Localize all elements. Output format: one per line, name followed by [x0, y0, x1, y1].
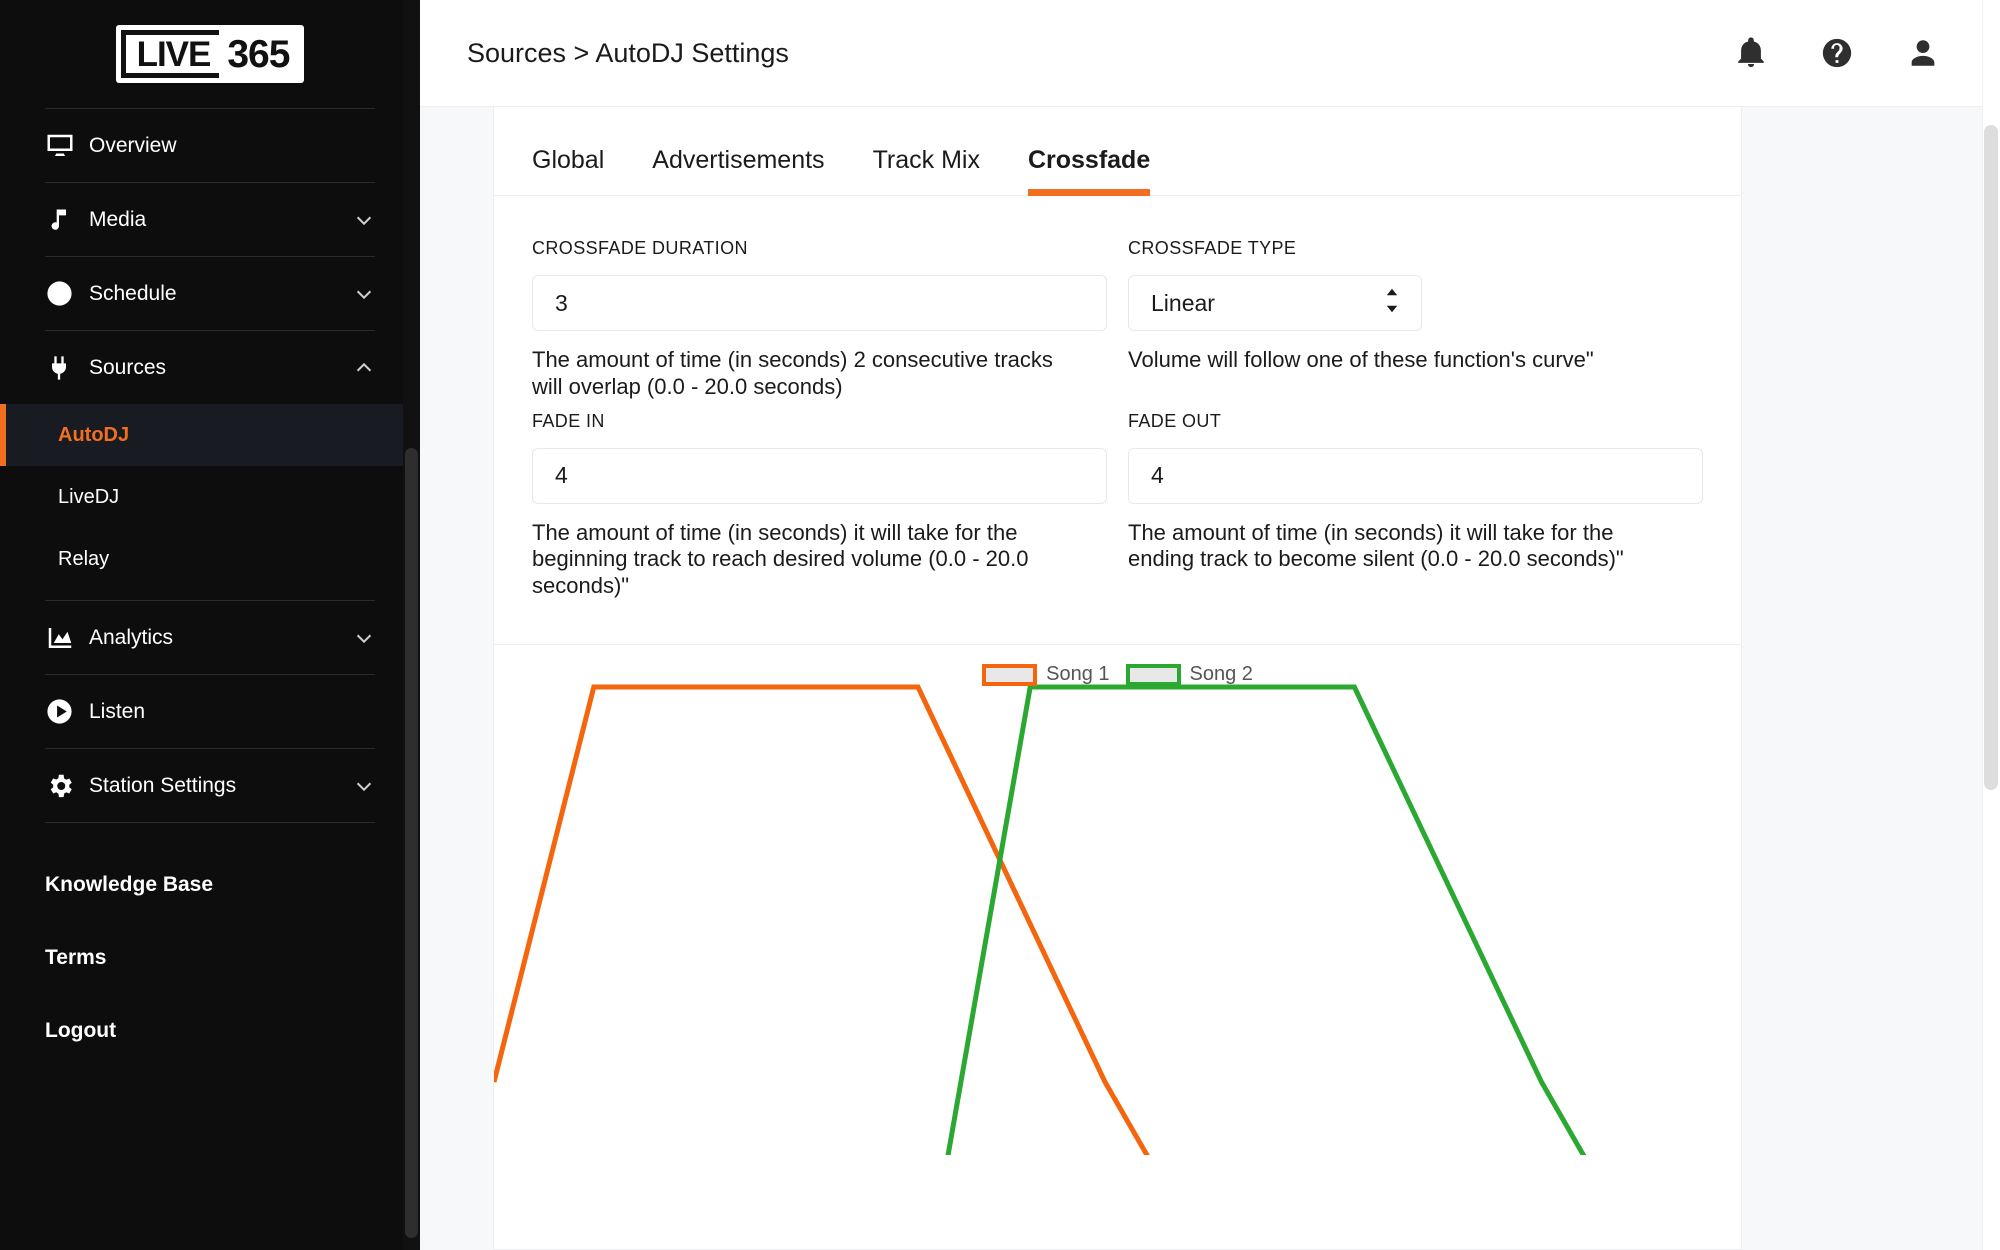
crossfade-type-select[interactable]: Linear	[1128, 275, 1422, 331]
topbar-icons	[1734, 36, 1940, 70]
chart-plot-area	[494, 684, 1587, 1156]
crossfade-form: CROSSFADE DURATION The amount of time (i…	[494, 196, 1741, 644]
crossfade-type-label: CROSSFADE TYPE	[1128, 238, 1297, 258]
nav-group-overview: Overview	[45, 108, 375, 183]
sidebar-scrollbar-thumb[interactable]	[405, 448, 418, 1238]
sidebar-link-terms[interactable]: Terms	[45, 946, 375, 970]
logo-badge: LIVE 365	[115, 25, 305, 83]
sidebar-item-schedule-label: Schedule	[89, 281, 177, 305]
settings-card: Global Advertisements Track Mix Crossfad…	[493, 107, 1742, 1250]
sidebar-link-knowledge-base[interactable]: Knowledge Base	[45, 873, 375, 897]
field-fade-out: FADE OUT The amount of time (in seconds)…	[1128, 411, 1703, 600]
nav-group-analytics: Analytics	[45, 601, 375, 675]
crossfade-duration-input[interactable]	[532, 275, 1107, 331]
sidebar-item-overview[interactable]: Overview	[45, 109, 375, 182]
legend-label-song1: Song 1	[1046, 663, 1110, 686]
sidebar-link-logout[interactable]: Logout	[45, 1019, 375, 1043]
chevron-up-icon[interactable]	[353, 357, 375, 379]
nav-group-station-settings: Station Settings	[45, 749, 375, 823]
sidebar-item-autodj-label: AutoDJ	[58, 423, 130, 446]
sidebar-item-sources[interactable]: Sources	[45, 331, 375, 404]
sidebar-item-livedj[interactable]: LiveDJ	[0, 466, 420, 528]
monitor-icon	[45, 131, 89, 161]
chart-legend: Song 1 Song 2	[494, 663, 1741, 686]
page-scrollbar-thumb[interactable]	[1984, 125, 1998, 790]
fade-out-label: FADE OUT	[1128, 410, 1222, 431]
sidebar: LIVE 365 Overview Media Schedule Sources…	[0, 0, 420, 1250]
sidebar-scrollbar-track[interactable]	[403, 0, 420, 1250]
fade-out-help: The amount of time (in seconds) it will …	[1128, 519, 1624, 572]
sidebar-item-listen[interactable]: Listen	[45, 675, 375, 748]
chart-icon	[45, 623, 89, 653]
sidebar-nav: Overview Media Schedule Sources AutoDJ L…	[0, 108, 420, 823]
crossfade-duration-label: CROSSFADE DURATION	[532, 238, 748, 258]
sidebar-item-relay[interactable]: Relay	[0, 528, 420, 590]
logo-live-text: LIVE	[120, 30, 220, 78]
crossfade-type-help: Volume will follow one of these function…	[1128, 347, 1594, 372]
fade-in-input[interactable]	[532, 447, 1107, 504]
main-content: Sources > AutoDJ Settings Global Adverti…	[420, 0, 2000, 1250]
fade-out-input[interactable]	[1128, 447, 1703, 504]
nav-group-media: Media	[45, 183, 375, 257]
legend-item-song2[interactable]: Song 2	[1125, 663, 1253, 686]
sidebar-item-station-settings[interactable]: Station Settings	[45, 749, 375, 822]
chart-line-song-1	[494, 684, 1150, 1156]
tab-global[interactable]: Global	[532, 146, 604, 195]
plug-icon	[45, 354, 89, 382]
sidebar-item-sources-label: Sources	[89, 355, 167, 379]
sidebar-item-listen-label: Listen	[89, 699, 146, 723]
legend-item-song1[interactable]: Song 1	[982, 663, 1110, 686]
tab-crossfade[interactable]: Crossfade	[1027, 146, 1151, 196]
legend-swatch-song1	[982, 663, 1038, 686]
fade-in-help: The amount of time (in seconds) it will …	[532, 519, 1029, 599]
sidebar-item-autodj[interactable]: AutoDJ	[0, 404, 420, 466]
bell-icon[interactable]	[1734, 36, 1768, 70]
chevron-down-icon[interactable]	[353, 283, 375, 305]
sidebar-item-analytics-label: Analytics	[89, 625, 174, 649]
legend-label-song2: Song 2	[1189, 663, 1253, 686]
nav-group-schedule: Schedule	[45, 257, 375, 331]
topbar: Sources > AutoDJ Settings	[420, 0, 2000, 107]
brand-logo[interactable]: LIVE 365	[0, 0, 420, 108]
chevron-down-icon[interactable]	[353, 775, 375, 797]
chart-line-song-2	[945, 684, 1587, 1156]
chevron-down-icon[interactable]	[353, 209, 375, 231]
sidebar-item-media[interactable]: Media	[45, 183, 375, 256]
app-root: LIVE 365 Overview Media Schedule Sources…	[0, 0, 2000, 1250]
music-note-icon	[45, 206, 89, 234]
crossfade-type-select-wrap: Linear	[1128, 275, 1422, 331]
play-circle-icon	[45, 697, 89, 726]
sidebar-item-station-settings-label: Station Settings	[89, 773, 237, 797]
chevron-down-icon[interactable]	[353, 627, 375, 649]
field-crossfade-duration: CROSSFADE DURATION The amount of time (i…	[532, 238, 1107, 401]
legend-swatch-song2	[1125, 663, 1181, 686]
clock-icon	[45, 279, 89, 308]
page-scrollbar-track[interactable]	[1982, 0, 2000, 1250]
field-fade-in: FADE IN The amount of time (in seconds) …	[532, 411, 1107, 600]
nav-group-listen: Listen	[45, 675, 375, 749]
sidebar-item-analytics[interactable]: Analytics	[45, 601, 375, 674]
sidebar-item-media-label: Media	[89, 207, 147, 231]
sidebar-item-overview-label: Overview	[89, 133, 177, 157]
nav-group-sources: Sources AutoDJ LiveDJ Relay	[0, 331, 420, 601]
sources-subnav: AutoDJ LiveDJ Relay	[0, 404, 420, 600]
gear-icon	[45, 771, 89, 801]
tab-track-mix[interactable]: Track Mix	[873, 146, 980, 195]
sidebar-item-livedj-label: LiveDJ	[58, 485, 120, 508]
sidebar-item-relay-label: Relay	[58, 547, 110, 570]
field-crossfade-type: CROSSFADE TYPE Linear Volume will follow…	[1128, 238, 1703, 401]
tab-advertisements[interactable]: Advertisements	[652, 146, 824, 195]
crossfade-duration-help: The amount of time (in seconds) 2 consec…	[532, 347, 1053, 399]
sidebar-item-schedule[interactable]: Schedule	[45, 257, 375, 330]
crossfade-chart: Song 1 Song 2	[494, 645, 1741, 1156]
sidebar-footer-links: Knowledge Base Terms Logout	[0, 823, 420, 1043]
breadcrumb: Sources > AutoDJ Settings	[467, 37, 789, 68]
help-circle-icon[interactable]	[1820, 36, 1854, 70]
logo-365-text: 365	[227, 32, 290, 76]
fade-in-label: FADE IN	[532, 410, 605, 431]
user-icon[interactable]	[1906, 36, 1940, 70]
settings-tabs: Global Advertisements Track Mix Crossfad…	[494, 107, 1741, 196]
